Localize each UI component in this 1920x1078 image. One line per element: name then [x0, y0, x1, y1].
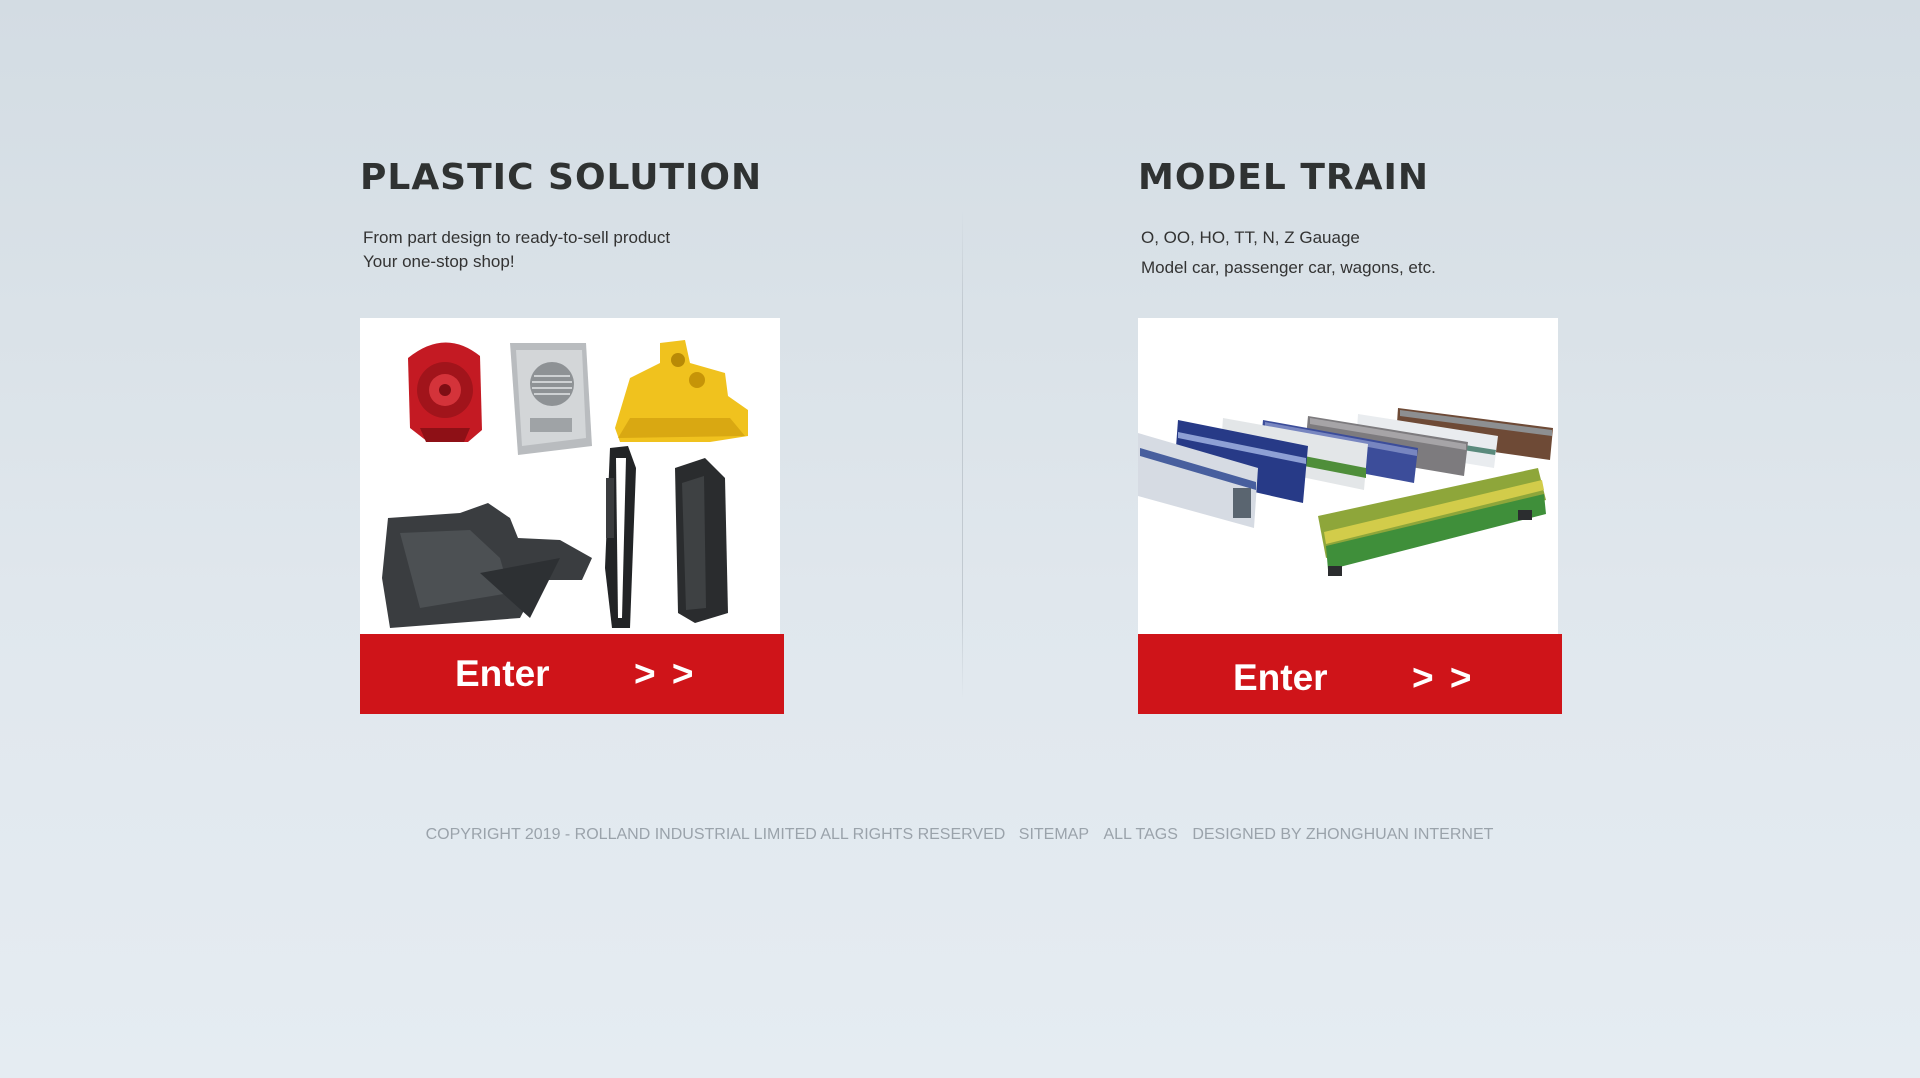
all-tags-link[interactable]: ALL TAGS [1103, 826, 1177, 843]
column-divider [962, 210, 963, 700]
black-rect-part [675, 458, 728, 623]
plastic-desc-line-2: Your one-stop shop! [363, 252, 515, 271]
plastic-solution-description: From part design to ready-to-sell produc… [363, 226, 670, 274]
train-enter-button[interactable]: Enter > > [1138, 634, 1562, 714]
dark-plastic-part [382, 503, 592, 628]
plastic-desc-line-1: From part design to ready-to-sell produc… [363, 228, 671, 247]
double-arrow-icon: > > [634, 653, 697, 694]
train-desc-line-2: Model car, passenger car, wagons, etc. [1141, 258, 1436, 277]
designer-link[interactable]: DESIGNED BY ZHONGHUAN INTERNET [1192, 826, 1493, 843]
copyright-text: COPYRIGHT 2019 - ROLLAND INDUSTRIAL LIMI… [425, 826, 1006, 843]
model-train-section: MODEL TRAIN O, OO, HO, TT, N, Z Gauage M… [1138, 150, 1568, 714]
plastic-solution-title: PLASTIC SOLUTION [360, 157, 763, 198]
sitemap-link[interactable]: SITEMAP [1019, 826, 1089, 843]
enter-label: Enter [1233, 657, 1328, 698]
footer: COPYRIGHT 2019 - ROLLAND INDUSTRIAL LIMI… [0, 826, 1920, 844]
plastic-solution-section: PLASTIC SOLUTION From part design to rea… [360, 150, 790, 714]
model-train-description: O, OO, HO, TT, N, Z Gauage Model car, pa… [1141, 223, 1436, 283]
plastic-enter-button[interactable]: Enter > > [360, 634, 784, 714]
train-desc-line-1: O, OO, HO, TT, N, Z Gauage [1141, 228, 1360, 247]
red-plastic-part [408, 342, 482, 442]
plastic-solution-card[interactable]: Enter > > [360, 318, 784, 716]
model-train-image[interactable] [1138, 318, 1558, 634]
enter-label: Enter [455, 653, 550, 694]
double-arrow-icon: > > [1412, 657, 1475, 698]
black-handle-part [605, 446, 636, 628]
yellow-housing-part [615, 340, 748, 442]
plastic-parts-image[interactable] [360, 318, 780, 634]
model-train-card[interactable]: Enter > > [1138, 318, 1562, 716]
model-train-title: MODEL TRAIN [1138, 157, 1430, 198]
silver-grille-part [510, 343, 592, 455]
